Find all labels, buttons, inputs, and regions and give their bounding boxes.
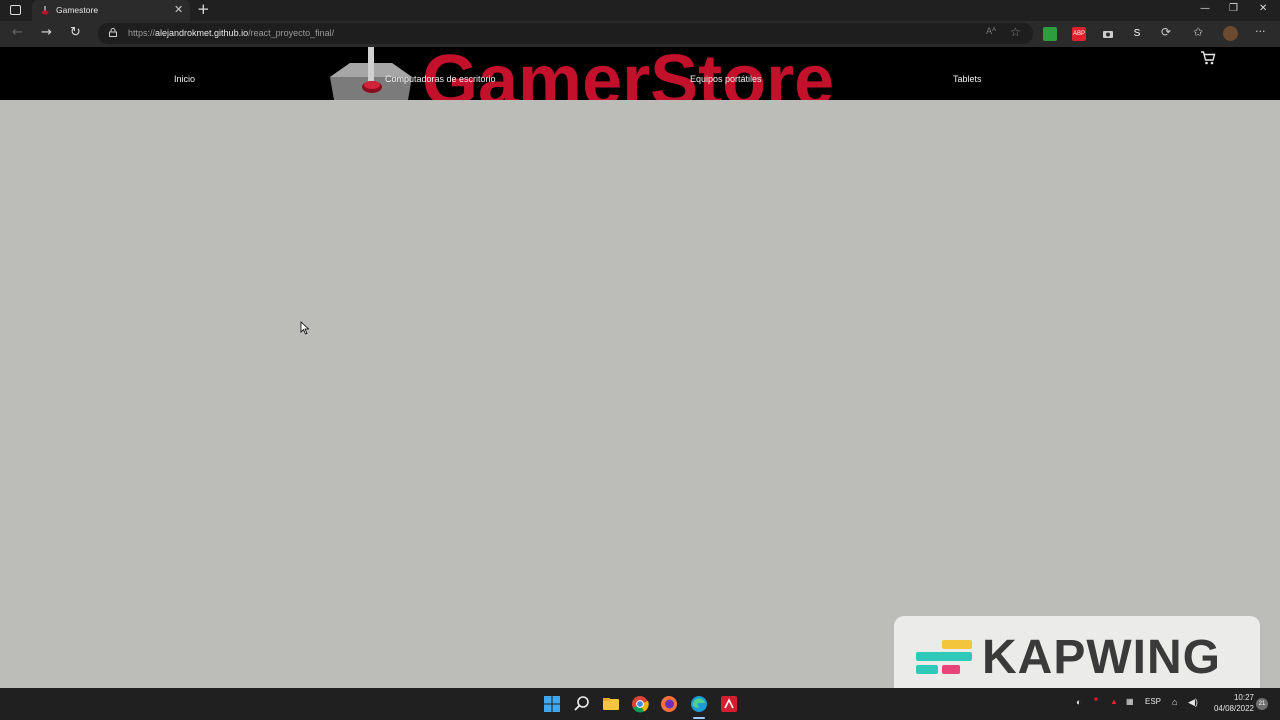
- forward-icon[interactable]: →: [41, 25, 52, 40]
- network-icon[interactable]: ⌂: [1172, 697, 1177, 707]
- tray-red-icon[interactable]: ■: [1094, 697, 1098, 703]
- notification-badge[interactable]: 21: [1256, 698, 1268, 710]
- more-menu-icon[interactable]: ···: [1255, 25, 1266, 38]
- chrome-icon[interactable]: [631, 695, 649, 713]
- profile-avatar[interactable]: [1223, 26, 1238, 41]
- read-aloud-icon[interactable]: Aᴬ: [986, 27, 996, 37]
- close-window-icon[interactable]: ✕: [1259, 3, 1267, 14]
- language-indicator[interactable]: ESP: [1145, 697, 1161, 706]
- reload-icon[interactable]: ↻: [70, 25, 81, 40]
- add-favorite-icon[interactable]: ☆: [1010, 25, 1021, 39]
- mouse-cursor-icon: [300, 321, 310, 335]
- nav-link-tablets[interactable]: Tablets: [953, 74, 982, 84]
- extensions-puzzle-icon[interactable]: ⟳: [1161, 25, 1171, 39]
- minimize-icon[interactable]: —: [1200, 3, 1210, 14]
- file-explorer-icon[interactable]: [602, 695, 620, 713]
- browser-tab-bar: Gamestore ✕ + — ❐ ✕: [0, 0, 1280, 21]
- restore-icon[interactable]: ❐: [1229, 3, 1238, 14]
- steam-tray-icon[interactable]: ◐: [1076, 697, 1081, 707]
- ext-abp-icon[interactable]: ABP: [1072, 27, 1086, 41]
- back-icon[interactable]: ←: [12, 25, 23, 40]
- nav-link-portatiles[interactable]: Equipos portátiles: [690, 74, 762, 84]
- url-field[interactable]: https://alejandrokmet.github.io/react_pr…: [98, 23, 1033, 44]
- clock-time: 10:27: [1233, 693, 1254, 702]
- favorites-icon[interactable]: ✩: [1193, 25, 1203, 39]
- joystick-favicon-icon: [41, 6, 49, 15]
- ext-green-icon[interactable]: [1043, 27, 1057, 41]
- nav-link-computadoras[interactable]: Computadoras de escritorio: [385, 74, 496, 84]
- taskbar: ◐ ■ ▲ ▦ ESP ⌂ ◀) 10:27 04/08/2022 21: [0, 688, 1280, 720]
- ext-s-icon[interactable]: S: [1130, 27, 1144, 41]
- browser-tab[interactable]: Gamestore ✕: [32, 0, 190, 21]
- start-windows-icon[interactable]: [543, 695, 561, 713]
- amd-tray-icon[interactable]: ▲: [1110, 697, 1118, 706]
- kapwing-text: KAPWING: [982, 631, 1221, 684]
- tab-title: Gamestore: [56, 5, 99, 15]
- volume-icon[interactable]: ◀): [1188, 697, 1198, 708]
- page-content: [0, 100, 1280, 688]
- active-app-indicator: [693, 717, 705, 719]
- taskbar-clock[interactable]: 10:27 04/08/2022: [1206, 692, 1254, 714]
- clock-date: 04/08/2022: [1213, 704, 1254, 713]
- site-header: GamerStore Inicio Computadoras de escrit…: [0, 47, 1280, 100]
- tray-keyboard-icon[interactable]: ▦: [1126, 697, 1134, 706]
- cart-icon[interactable]: [1200, 51, 1216, 65]
- ext-camera-icon[interactable]: [1101, 27, 1115, 41]
- url-text: https://alejandrokmet.github.io/react_pr…: [128, 28, 335, 38]
- amd-app-icon[interactable]: [720, 695, 738, 713]
- lock-icon: [109, 28, 117, 37]
- nav-link-inicio[interactable]: Inicio: [174, 74, 195, 84]
- tab-actions-icon[interactable]: [10, 5, 21, 15]
- address-toolbar: ← → ↻ https://alejandrokmet.github.io/re…: [0, 21, 1280, 47]
- new-tab-button[interactable]: +: [197, 0, 210, 18]
- tab-close-icon[interactable]: ✕: [174, 3, 183, 16]
- edge-icon[interactable]: [690, 695, 708, 713]
- kapwing-logo-icon: [916, 640, 972, 674]
- firefox-icon[interactable]: [660, 695, 678, 713]
- search-icon[interactable]: [573, 695, 591, 713]
